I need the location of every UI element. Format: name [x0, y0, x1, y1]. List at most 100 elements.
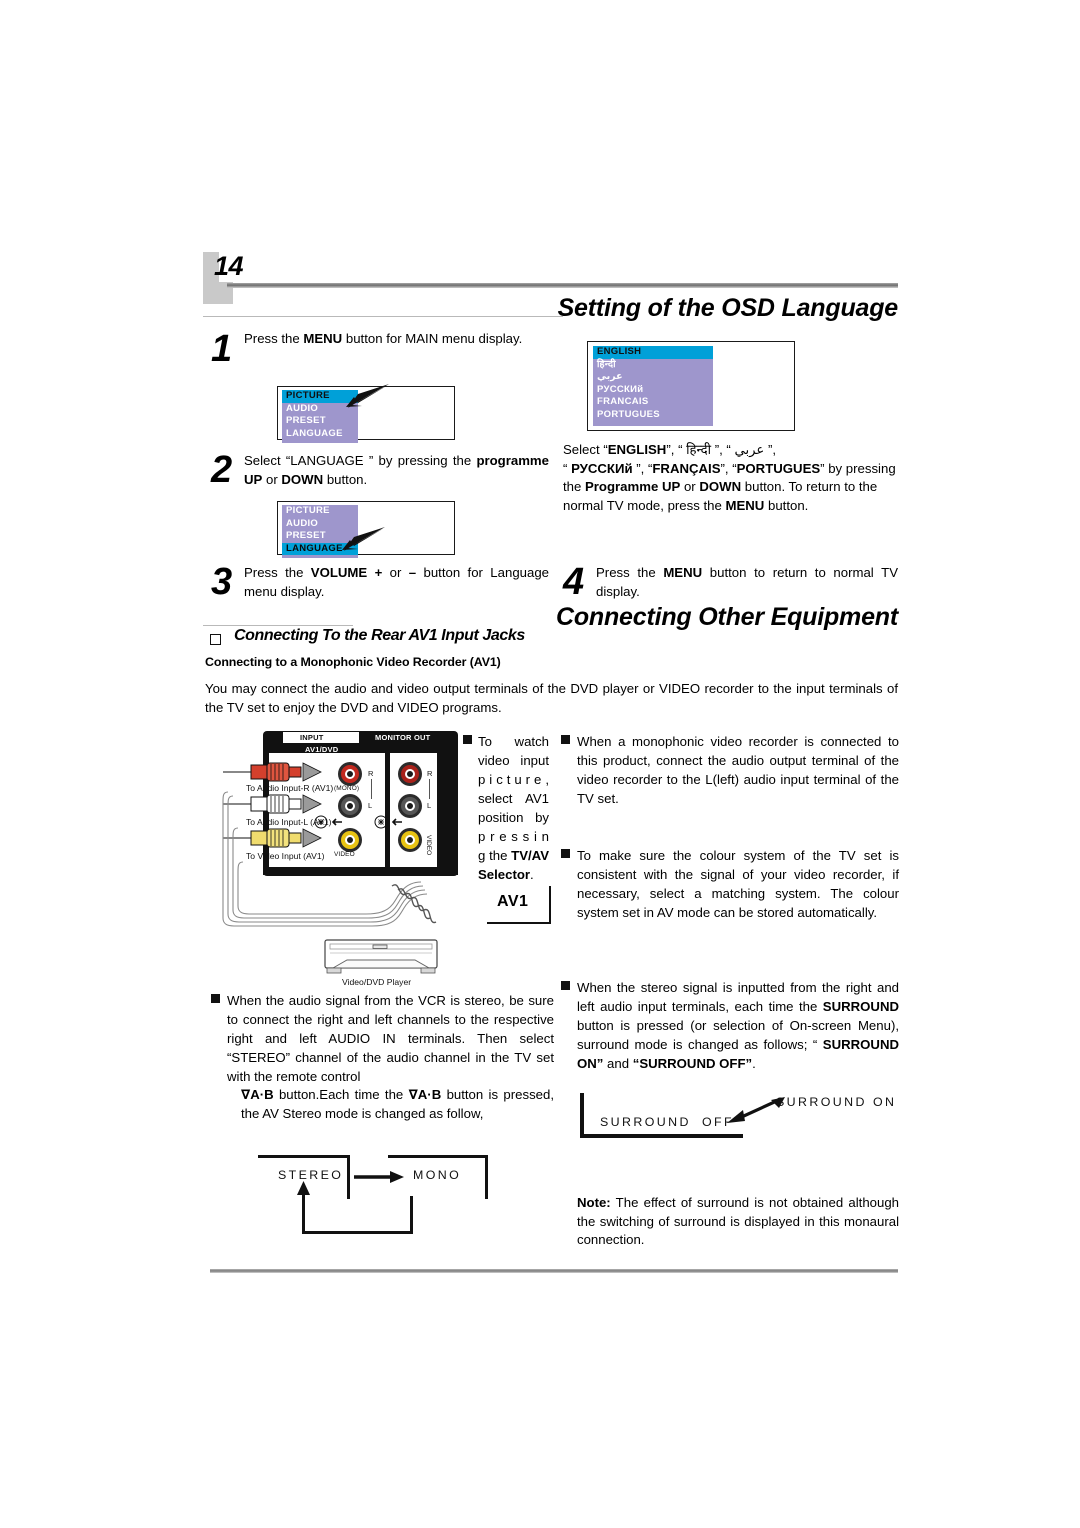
- ab-button-symbol-2: ∇A·B: [408, 1087, 442, 1102]
- step-4-text: Press the MENU button to return to norma…: [596, 564, 898, 601]
- osd-lang-english-selected: ENGLISH: [593, 346, 713, 359]
- osd-lang-hindi: हिन्दी: [597, 358, 616, 370]
- step-1-text: Press the MENU button for MAIN menu disp…: [244, 330, 549, 349]
- step-3-text-b: or: [382, 565, 409, 580]
- bullet-colour-system-text: To make sure the colour system of the TV…: [577, 848, 899, 920]
- subheading-rear-av1: Connecting To the Rear AV1 Input Jacks: [234, 627, 525, 644]
- bullet-vcr-stereo-text-2: ∇A·B button.Each time the ∇A·B button is…: [241, 1085, 554, 1123]
- ls-francais: FRANÇAIS: [652, 460, 721, 476]
- step-1-bold-menu: MENU: [303, 331, 343, 346]
- ls-english: ENGLISH: [607, 442, 667, 457]
- osd-row-preset: PRESET: [286, 415, 326, 426]
- bullet-surround-t3: and: [603, 1056, 633, 1071]
- osd-screen-language-menu: ENGLISH हिन्दी عربي РУССКИй FRANCAIS POR…: [587, 341, 795, 431]
- mono-box-right-line: [485, 1155, 488, 1199]
- video-dvd-player-illustration: [324, 939, 438, 974]
- section-rule-bottom: [203, 625, 353, 626]
- osd-lang-francais: FRANCAIS: [597, 396, 649, 407]
- square-bullet-icon: [210, 634, 221, 645]
- ls-portugues: PORTUGUES: [736, 460, 821, 476]
- bullet-surround-text: When the stereo signal is inputted from …: [577, 978, 899, 1073]
- bullet-icon-to-watch: [463, 735, 472, 744]
- bullet-to-watch-t1: To watch video input p i c t u r e , sel…: [478, 734, 549, 863]
- intro-paragraph: You may connect the audio and video outp…: [205, 681, 898, 715]
- ls-t7: or: [680, 479, 700, 495]
- mono-label: MONO: [413, 1168, 462, 1182]
- surround-box-left-line: [580, 1093, 584, 1137]
- page-number: 14: [214, 251, 244, 281]
- ls-t4: ”, “: [632, 460, 653, 476]
- step-2-number: 2: [211, 449, 233, 491]
- label-input: INPUT: [300, 733, 324, 742]
- footer-rule: [210, 1269, 898, 1273]
- pointer-arrow-icon-1: [346, 384, 389, 408]
- ls-t5: ”, “: [720, 460, 737, 476]
- stereo-label: STEREO: [278, 1168, 344, 1182]
- osd-row-language: LANGUAGE: [286, 427, 343, 439]
- bullet-vcr-stereo-text: When the audio signal from the VCR is st…: [227, 993, 554, 1084]
- stereo-mono-cycle-diagram: STEREO MONO: [258, 1155, 508, 1237]
- step-2-text: Select “LANGUAGE ” by pressing the progr…: [244, 452, 549, 489]
- ls-programme-up: Programme UP: [585, 479, 681, 495]
- surround-on-label-b: ON: [873, 1095, 897, 1109]
- bullet-surround-t4: .: [752, 1056, 756, 1071]
- arrow-stereo-to-mono-icon: [354, 1171, 404, 1183]
- osd-language-list: ENGLISH हिन्दी عربي РУССКИй FRANCAIS POR…: [593, 346, 713, 426]
- step-4-bold-menu: MENU: [663, 565, 703, 580]
- section-rule-top: [203, 316, 563, 317]
- step-2-text-c: button.: [323, 471, 368, 487]
- note-label: Note:: [577, 1195, 611, 1210]
- mono-box-top-line: [388, 1155, 488, 1158]
- ls-down: DOWN: [699, 479, 742, 495]
- step-2-bold-down: DOWN: [281, 471, 324, 487]
- stereo-box-top-line: [258, 1155, 350, 1158]
- note-surround: Note: The effect of surround is not obta…: [577, 1194, 899, 1250]
- label-av1-dvd: AV1/DVD: [305, 745, 339, 754]
- return-line-vertical-right: [410, 1196, 413, 1234]
- arrow-return-up-icon: [297, 1181, 310, 1195]
- caption-video-dvd-player: Video/DVD Player: [342, 977, 412, 987]
- surround-on-label-a: SURROUND: [776, 1095, 867, 1109]
- bullet-monophonic-text: When a monophonic video recorder is conn…: [577, 734, 899, 806]
- ls-t9: button.: [764, 498, 809, 514]
- return-line-horizontal: [302, 1231, 413, 1234]
- osd-screen-main-menu-2: PICTURE AUDIO PRESET LANGUAGE: [277, 501, 455, 558]
- ab-button-symbol-1: ∇A·B: [241, 1087, 274, 1102]
- bullet-icon-monophonic: [561, 735, 570, 744]
- step-3-text: Press the VOLUME + or – button for Langu…: [244, 564, 549, 601]
- ls-t2: ”, “ हिन्दी ”, “ عربي ”,: [666, 442, 777, 457]
- step-2-text-a: Select “LANGUAGE ” by pressing the: [244, 453, 477, 468]
- step-1-number: 1: [211, 328, 233, 370]
- step-3-text-a: Press the: [244, 565, 311, 580]
- manual-page: 14 Setting of the OSD Language 1 Press t…: [0, 0, 1080, 1528]
- step-1-text-a: Press the: [244, 331, 304, 346]
- label-monitor-out: MONITOR OUT: [375, 733, 431, 742]
- step-2-text-b: or: [262, 471, 282, 487]
- osd-row-picture: PICTURE: [286, 505, 330, 516]
- bullet-icon-vcr-stereo: [211, 994, 220, 1003]
- ls-t3: “: [563, 460, 572, 476]
- osd-lang-arabic: عربي: [597, 371, 623, 382]
- subheading-monophonic: Connecting to a Monophonic Video Recorde…: [205, 655, 501, 669]
- bullet-icon-colour-system: [561, 849, 570, 858]
- bullet-icon-surround: [561, 981, 570, 990]
- bullet-to-watch-t2: .: [530, 867, 534, 882]
- step-4-number: 4: [563, 561, 585, 603]
- step-4-text-a: Press the: [596, 565, 664, 580]
- pointer-arrow-icon-2: [342, 527, 385, 551]
- bullet-surround-bold1: SURROUND: [822, 999, 899, 1014]
- section-title-connecting-other: Connecting Other Equipment: [555, 603, 898, 631]
- osd-screen-main-menu-1: PICTURE AUDIO PRESET LANGUAGE: [277, 384, 455, 443]
- step-1-text-b: button for MAIN menu display.: [342, 331, 523, 346]
- bullet-to-watch-text: To watch video input p i c t u r e , sel…: [478, 732, 549, 884]
- surround-cycle-diagram: SURROUND OFF SURROUND ON: [580, 1093, 894, 1145]
- av1-tag-label: AV1: [497, 893, 529, 910]
- ls-russian: РУССКИй: [571, 460, 633, 476]
- osd-lang-portugues: PORTUGUES: [597, 408, 660, 420]
- stereo-box-right-line: [347, 1155, 350, 1199]
- step-3-bold-volume: VOLUME +: [310, 565, 383, 580]
- header-rule: [227, 283, 898, 288]
- surround-box-bottom-line: [580, 1134, 743, 1138]
- cable-routing-illustration: [222, 791, 437, 927]
- bullet-surround-bold3: “SURROUND OFF”: [632, 1056, 753, 1071]
